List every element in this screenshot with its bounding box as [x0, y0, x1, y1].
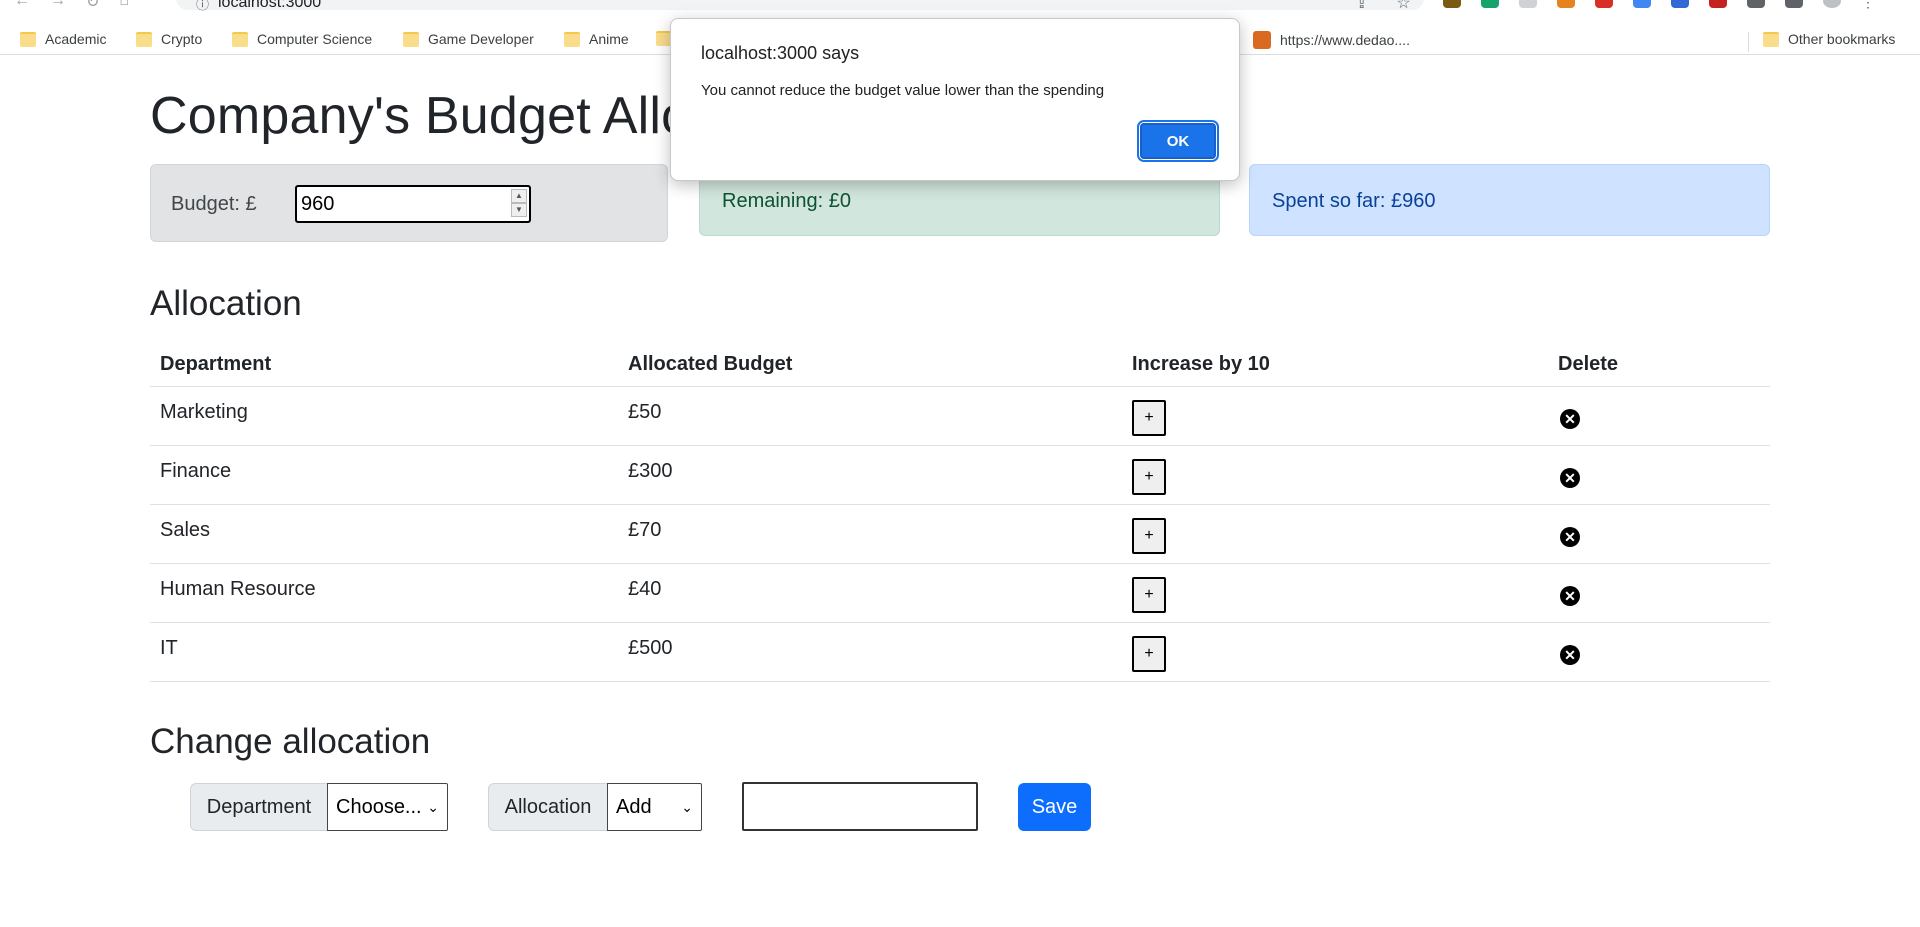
- budget-panel: Budget: £ ▲ ▼: [150, 164, 668, 242]
- extension-icon[interactable]: [1671, 0, 1689, 8]
- share-icon[interactable]: ⇪: [1355, 0, 1368, 13]
- allocated-budget: £500: [628, 636, 673, 659]
- increase-button[interactable]: +: [1132, 636, 1166, 672]
- reload-icon[interactable]: ↻: [86, 0, 99, 12]
- department-name: Finance: [160, 459, 232, 482]
- spin-up-icon[interactable]: ▲: [511, 189, 527, 203]
- table-row: Finance £300 + ✕: [150, 445, 1770, 505]
- remaining-text: Remaining: £0: [722, 190, 851, 212]
- delete-icon[interactable]: ✕: [1560, 408, 1580, 429]
- metamask-icon[interactable]: [1557, 0, 1575, 8]
- budget-spinner[interactable]: ▲ ▼: [511, 189, 527, 219]
- bookmark-folder[interactable]: Crypto: [136, 31, 202, 47]
- allocation-select-value: Add: [616, 795, 652, 818]
- address-bar[interactable]: [176, 0, 1424, 10]
- header-increase: Increase by 10: [1122, 343, 1548, 387]
- spent-panel: Spent so far: £960: [1249, 164, 1770, 236]
- spent-text: Spent so far: £960: [1272, 190, 1436, 212]
- dedao-favicon-icon: [1253, 31, 1271, 49]
- delete-icon[interactable]: ✕: [1560, 526, 1580, 547]
- allocated-budget: £300: [628, 459, 673, 482]
- increase-button[interactable]: +: [1132, 518, 1166, 554]
- folder-icon: [20, 31, 36, 47]
- header-delete: Delete: [1548, 343, 1770, 387]
- adblock-icon[interactable]: [1595, 0, 1613, 8]
- bookmark-link[interactable]: https://www.dedao....: [1253, 31, 1410, 49]
- alert-dialog: localhost:3000 says You cannot reduce th…: [670, 18, 1240, 181]
- extensions-bar: ⋮: [1443, 0, 1875, 11]
- bookmark-star-icon[interactable]: ☆: [1396, 0, 1410, 13]
- folder-icon: [232, 31, 248, 47]
- bookmarks-divider: [1748, 32, 1749, 52]
- allocated-budget: £40: [628, 577, 662, 600]
- allocation-input-label: Allocation: [488, 783, 608, 831]
- back-icon[interactable]: ←: [14, 0, 30, 12]
- page-title: Company's Budget Allo: [150, 87, 691, 145]
- delete-icon[interactable]: ✕: [1560, 644, 1580, 665]
- menu-kebab-icon[interactable]: ⋮: [1861, 0, 1875, 11]
- translate-icon[interactable]: [1633, 0, 1651, 8]
- budget-input[interactable]: [295, 185, 531, 223]
- bookmark-folder[interactable]: Anime: [564, 31, 629, 47]
- table-row: Human Resource £40 + ✕: [150, 563, 1770, 623]
- address-bar-actions: ⇪ ☆: [1355, 0, 1411, 13]
- header-department: Department: [150, 343, 618, 387]
- increase-button[interactable]: +: [1132, 459, 1166, 495]
- chevron-down-icon: ⌄: [681, 798, 693, 815]
- folder-icon: [1763, 31, 1779, 47]
- table-row: Marketing £50 + ✕: [150, 386, 1770, 446]
- department-name: IT: [160, 636, 178, 659]
- delete-icon[interactable]: ✕: [1560, 585, 1580, 606]
- dialog-title: localhost:3000 says: [701, 43, 860, 63]
- folder-icon: [403, 31, 419, 47]
- folder-icon: [136, 31, 152, 47]
- chevron-down-icon: ⌄: [427, 798, 439, 815]
- grammarly-icon[interactable]: [1481, 0, 1499, 8]
- increase-button[interactable]: +: [1132, 577, 1166, 613]
- amount-input[interactable]: [742, 782, 978, 831]
- profile-avatar[interactable]: [1823, 0, 1841, 8]
- department-name: Human Resource: [160, 577, 316, 600]
- delete-icon[interactable]: ✕: [1560, 467, 1580, 488]
- bookmark-folder[interactable]: Computer Science: [232, 31, 372, 47]
- dialog-ok-button[interactable]: OK: [1137, 120, 1219, 162]
- timer-icon[interactable]: [1519, 0, 1537, 8]
- folder-icon: [564, 31, 580, 47]
- extension-icon[interactable]: [1709, 0, 1727, 8]
- allocated-budget: £70: [628, 518, 662, 541]
- bookmark-folder[interactable]: Academic: [20, 31, 106, 47]
- increase-button[interactable]: +: [1132, 400, 1166, 436]
- allocated-budget: £50: [628, 400, 662, 423]
- table-row: Sales £70 + ✕: [150, 504, 1770, 564]
- department-input-label: Department: [190, 783, 328, 831]
- change-allocation-title: Change allocation: [150, 722, 431, 761]
- spin-down-icon[interactable]: ▼: [511, 203, 527, 217]
- site-info-icon[interactable]: ⓘ: [196, 0, 209, 13]
- browser-nav: ← → ↻ ⌂: [14, 0, 129, 12]
- table-header-row: Department Allocated Budget Increase by …: [150, 343, 1770, 387]
- url-text[interactable]: localhost:3000: [218, 0, 321, 12]
- department-name: Marketing: [160, 400, 248, 423]
- forward-icon[interactable]: →: [50, 0, 66, 12]
- window-icon[interactable]: [1785, 0, 1803, 8]
- department-name: Sales: [160, 518, 211, 541]
- allocation-title: Allocation: [150, 284, 302, 323]
- department-select[interactable]: Choose... ⌄: [327, 783, 448, 831]
- budget-label: Budget: £: [171, 193, 257, 215]
- save-button[interactable]: Save: [1018, 783, 1091, 831]
- extension-icon[interactable]: [1443, 0, 1461, 8]
- home-icon[interactable]: ⌂: [119, 0, 129, 12]
- department-select-value: Choose...: [336, 795, 422, 818]
- allocation-table: Department Allocated Budget Increase by …: [150, 343, 1770, 682]
- bookmark-folder[interactable]: Game Developer: [403, 31, 534, 47]
- table-row: IT £500 + ✕: [150, 622, 1770, 682]
- header-allocated-budget: Allocated Budget: [618, 343, 1122, 387]
- bookmark-folder-other[interactable]: Other bookmarks: [1763, 31, 1895, 47]
- dialog-message: You cannot reduce the budget value lower…: [701, 82, 1105, 99]
- allocation-select[interactable]: Add ⌄: [607, 783, 702, 831]
- extensions-puzzle-icon[interactable]: [1747, 0, 1765, 8]
